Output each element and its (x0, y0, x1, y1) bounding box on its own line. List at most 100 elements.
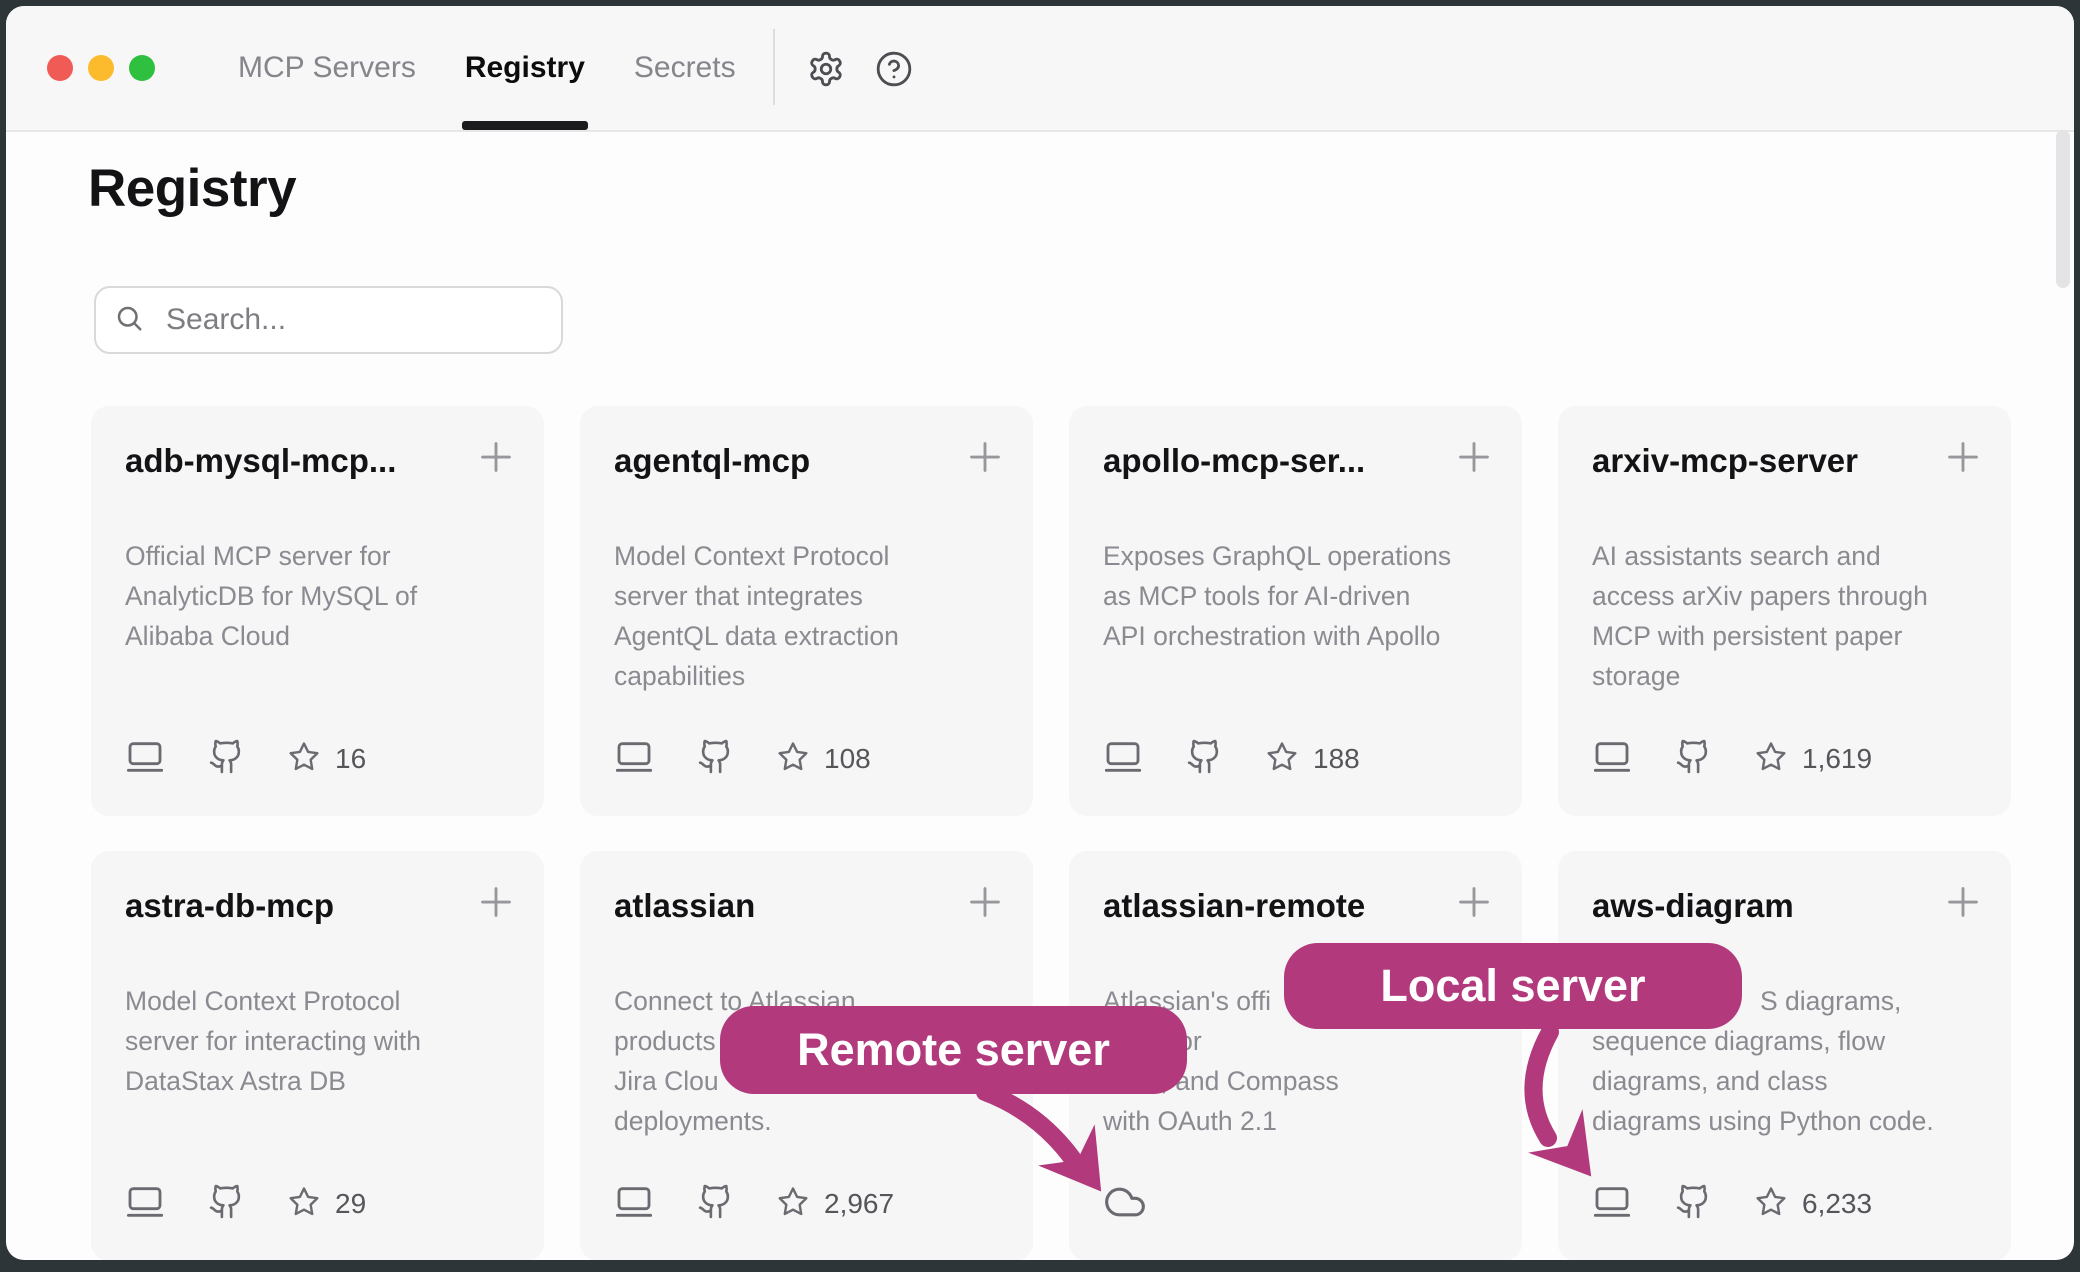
card-arxiv-mcp-server[interactable]: arxiv-mcp-server AI assistants search an… (1558, 406, 2011, 816)
github-icon (1632, 738, 1712, 780)
server-name: astra-db-mcp (125, 887, 458, 925)
server-card-footer: 188 (1103, 736, 1360, 782)
server-name: arxiv-mcp-server (1592, 442, 1925, 480)
search-input[interactable] (164, 302, 554, 338)
add-server-button[interactable] (472, 434, 520, 482)
server-card-footer: 108 (614, 736, 871, 782)
minimize-window-button[interactable] (88, 55, 114, 81)
star-icon (734, 1185, 810, 1224)
description-line: as MCP tools for AI-driven (1103, 576, 1500, 616)
star-icon (1223, 740, 1299, 779)
description-line: access arXiv papers through (1592, 576, 1989, 616)
star-count: 108 (824, 743, 871, 775)
card-astra-db-mcp[interactable]: astra-db-mcp Model Context Protocolserve… (91, 851, 544, 1260)
page-title: Registry (88, 158, 296, 219)
description-line: S diagrams, (1760, 981, 1989, 1021)
description-line: MCP with persistent paper (1592, 616, 1989, 656)
server-name: atlassian-remote (1103, 887, 1436, 925)
description-line: AI assistants search and (1592, 536, 1989, 576)
plus-icon (1940, 913, 1986, 928)
description-line: server that integrates (614, 576, 1011, 616)
server-name: adb-mysql-mcp... (125, 442, 458, 480)
add-server-button[interactable] (961, 879, 1009, 927)
star-icon (245, 740, 321, 779)
add-server-button[interactable] (1939, 434, 1987, 482)
star-count: 6,233 (1802, 1188, 1872, 1220)
settings-button[interactable] (804, 48, 848, 92)
server-card-footer (1103, 1181, 1147, 1227)
server-card-footer: 1,619 (1592, 736, 1872, 782)
description-line: with OAuth 2.1 (1103, 1101, 1500, 1141)
server-card-grid: adb-mysql-mcp... Official MCP server for… (91, 406, 2011, 1260)
add-server-button[interactable] (961, 434, 1009, 482)
github-icon (165, 1183, 245, 1225)
tab-secrets[interactable]: Secrets (634, 6, 736, 130)
laptop-icon (1592, 1182, 1632, 1227)
card-agentql-mcp[interactable]: agentql-mcp Model Context Protocolserver… (580, 406, 1033, 816)
github-icon (165, 738, 245, 780)
laptop-icon (1592, 737, 1632, 782)
card-apollo-mcp-ser[interactable]: apollo-mcp-ser... Exposes GraphQL operat… (1069, 406, 1522, 816)
github-icon (1632, 1183, 1712, 1225)
description-line: DataStax Astra DB (125, 1061, 522, 1101)
star-count: 188 (1313, 743, 1360, 775)
tab-mcp-servers[interactable]: MCP Servers (238, 6, 416, 130)
plus-icon (1940, 468, 1986, 483)
toolbar-divider (773, 29, 775, 105)
star-count: 29 (335, 1188, 366, 1220)
plus-icon (473, 913, 519, 928)
plus-icon (1451, 913, 1497, 928)
cloud-icon (1103, 1180, 1147, 1229)
add-server-button[interactable] (1450, 434, 1498, 482)
add-server-button[interactable] (1450, 879, 1498, 927)
server-name: apollo-mcp-ser... (1103, 442, 1436, 480)
description-line: Model Context Protocol (125, 981, 522, 1021)
help-button[interactable] (872, 48, 916, 92)
description-line: diagrams, and class (1592, 1061, 1989, 1101)
star-count: 16 (335, 743, 366, 775)
server-description: Model Context Protocolserver for interac… (125, 981, 522, 1101)
description-line: diagrams using Python code. (1592, 1101, 1989, 1141)
plus-icon (473, 468, 519, 483)
laptop-icon (614, 737, 654, 782)
desktop-background: MCP Servers Registry Secrets Registry adb-… (0, 0, 2080, 1272)
window-controls (47, 55, 155, 81)
main-tabs: MCP Servers Registry Secrets (238, 6, 736, 130)
plus-icon (962, 468, 1008, 483)
star-icon (245, 1185, 321, 1224)
description-line: Alibaba Cloud (125, 616, 522, 656)
zoom-window-button[interactable] (129, 55, 155, 81)
server-name: agentql-mcp (614, 442, 947, 480)
description-line: storage (1592, 656, 1989, 696)
star-icon (1712, 1185, 1788, 1224)
github-icon (1143, 738, 1223, 780)
server-card-footer: 6,233 (1592, 1181, 1872, 1227)
add-server-button[interactable] (1939, 879, 1987, 927)
description-line: Exposes GraphQL operations (1103, 536, 1500, 576)
server-description: Official MCP server forAnalyticDB for My… (125, 536, 522, 656)
description-line: capabilities (614, 656, 1011, 696)
server-card-footer: 16 (125, 736, 366, 782)
add-server-button[interactable] (472, 879, 520, 927)
description-line: server for interacting with (125, 1021, 522, 1061)
local-server-callout: Local server (1284, 943, 1742, 1029)
card-aws-diagram[interactable]: aws-diagram S diagrams,sequence diagrams… (1558, 851, 2011, 1260)
server-description: Exposes GraphQL operationsas MCP tools f… (1103, 536, 1500, 656)
description-line: API orchestration with Apollo (1103, 616, 1500, 656)
scrollbar-thumb[interactable] (2056, 130, 2070, 288)
tab-registry[interactable]: Registry (465, 6, 585, 130)
card-adb-mysql-mcp[interactable]: adb-mysql-mcp... Official MCP server for… (91, 406, 544, 816)
description-line: deployments. (614, 1101, 1011, 1141)
laptop-icon (1103, 737, 1143, 782)
search-box (94, 286, 563, 354)
gear-icon (807, 76, 845, 91)
laptop-icon (614, 1182, 654, 1227)
close-window-button[interactable] (47, 55, 73, 81)
star-count: 1,619 (1802, 743, 1872, 775)
server-name: atlassian (614, 887, 947, 925)
search-icon (114, 303, 144, 338)
plus-icon (1451, 468, 1497, 483)
description-line: Model Context Protocol (614, 536, 1011, 576)
github-icon (654, 738, 734, 780)
server-name: aws-diagram (1592, 887, 1925, 925)
